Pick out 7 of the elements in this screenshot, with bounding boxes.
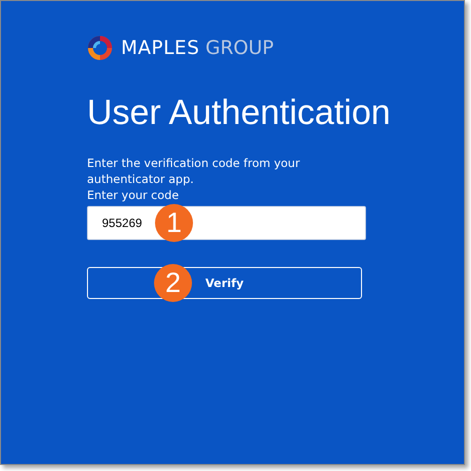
instructions-text: Enter the verification code from your authenticator app.: [87, 155, 301, 187]
brand-suffix: GROUP: [206, 37, 274, 59]
logo-icon: [87, 35, 113, 61]
brand-name: MAPLES: [121, 37, 200, 59]
page-title: User Authentication: [87, 93, 392, 133]
step-badge: 2: [154, 264, 192, 302]
code-label: Enter your code: [87, 187, 180, 203]
